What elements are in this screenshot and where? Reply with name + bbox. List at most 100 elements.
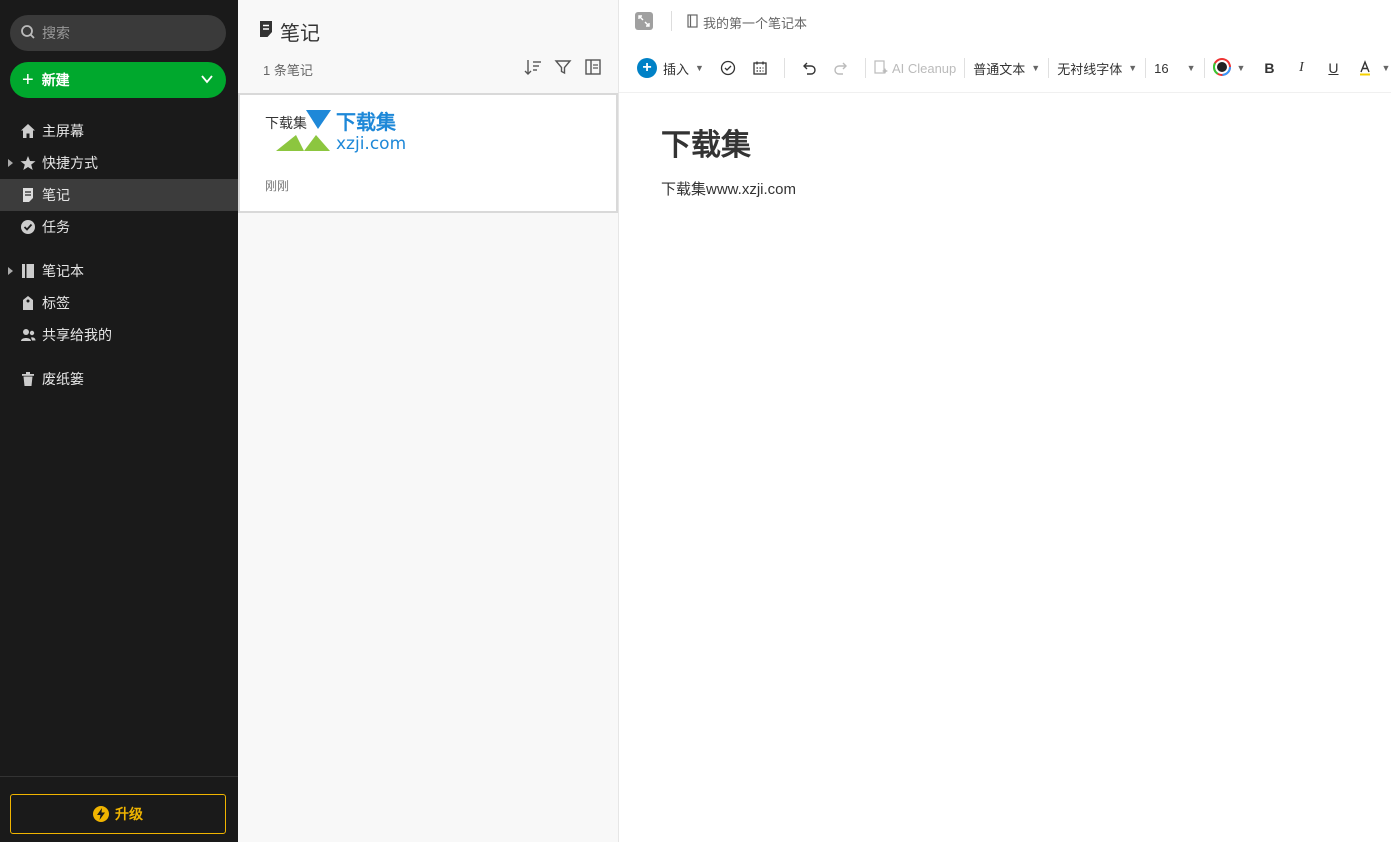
font-size-select[interactable]: 16 ▼ — [1154, 50, 1195, 86]
divider — [671, 11, 672, 31]
notebook-icon — [687, 14, 699, 31]
calendar-icon[interactable] — [750, 58, 770, 78]
upgrade-label: 升级 — [115, 806, 143, 822]
tag-icon — [20, 295, 36, 311]
font-size-value: 16 — [1154, 60, 1169, 76]
underline-icon[interactable]: U — [1323, 58, 1343, 78]
sidebar-nav: 主屏幕 快捷方式 笔记 任务 — [0, 115, 238, 243]
note-card-date: 刚刚 — [265, 179, 290, 193]
filter-icon[interactable] — [554, 58, 572, 76]
chevron-down-icon: ▼ — [1186, 63, 1196, 73]
color-wheel-icon — [1212, 57, 1231, 79]
italic-icon[interactable]: I — [1291, 58, 1311, 78]
watermark-logo: 下载集 xzji.com — [276, 107, 416, 157]
insert-label: 插入 — [663, 61, 690, 77]
toolbar-divider — [1048, 58, 1050, 78]
toolbar-divider — [864, 58, 866, 78]
plus-icon: + — [637, 58, 657, 78]
bold-icon[interactable]: B — [1259, 58, 1279, 78]
sidebar-nav-trash: 废纸篓 — [0, 363, 238, 395]
style-value: 普通文本 — [973, 61, 1026, 77]
star-icon — [20, 155, 36, 171]
expand-icon[interactable] — [635, 12, 653, 30]
text-color-picker[interactable]: ▼ — [1212, 50, 1246, 86]
upgrade-button[interactable]: 升级 — [10, 794, 226, 834]
ai-sparkle-icon — [874, 59, 888, 77]
sidebar-item-tasks[interactable]: 任务 — [0, 211, 238, 243]
ai-cleanup-button[interactable]: AI Cleanup — [874, 50, 956, 86]
paragraph-style-select[interactable]: 普通文本 ▼ — [973, 50, 1040, 86]
sidebar-footer: 升级 — [0, 776, 238, 842]
sidebar-item-notebooks[interactable]: 笔记本 — [0, 255, 238, 287]
search-icon — [20, 24, 36, 43]
sidebar-item-label: 快捷方式 — [42, 155, 98, 171]
new-button[interactable]: + 新建 — [10, 62, 226, 98]
sidebar: + 新建 主屏幕 快捷方式 笔记 任务 笔记本 — [0, 0, 238, 842]
chevron-down-icon: ▼ — [695, 63, 704, 73]
breadcrumb-notebook: 我的第一个笔记本 — [703, 16, 808, 31]
trash-icon — [20, 371, 36, 387]
notebook-icon — [20, 263, 36, 279]
toolbar-divider — [1203, 58, 1205, 78]
toolbar-divider — [783, 58, 785, 78]
home-icon — [20, 123, 36, 139]
chevron-down-icon[interactable] — [200, 72, 214, 89]
sidebar-item-label: 标签 — [42, 295, 70, 311]
layout-icon[interactable] — [584, 58, 602, 76]
check-circle-icon — [20, 219, 36, 235]
plus-icon: + — [22, 69, 34, 91]
highlighter-icon — [1355, 58, 1375, 78]
note-list-header: 笔记 — [258, 17, 320, 46]
sidebar-item-shortcuts[interactable]: 快捷方式 — [0, 147, 238, 179]
note-icon — [258, 20, 274, 44]
chevron-down-icon: ▼ — [1128, 63, 1138, 73]
sidebar-item-trash[interactable]: 废纸篓 — [0, 363, 238, 395]
sidebar-item-shared[interactable]: 共享给我的 — [0, 319, 238, 351]
insert-button[interactable]: + 插入 ▼ — [637, 50, 704, 86]
sidebar-item-label: 任务 — [42, 219, 70, 235]
editor-header: 我的第一个笔记本 — [619, 0, 1391, 42]
document-body[interactable]: 下载集www.xzji.com — [661, 178, 796, 199]
font-family-select[interactable]: 无衬线字体 ▼ — [1057, 50, 1137, 86]
sidebar-item-label: 主屏幕 — [42, 123, 84, 139]
chevron-down-icon: ▼ — [1031, 63, 1041, 73]
sidebar-item-tags[interactable]: 标签 — [0, 287, 238, 319]
chevron-down-icon: ▼ — [1381, 63, 1391, 73]
expand-caret-icon[interactable] — [8, 159, 13, 167]
lightning-icon — [93, 806, 109, 822]
note-list-tools — [524, 58, 602, 76]
sidebar-item-notes[interactable]: 笔记 — [0, 179, 238, 211]
formatting-toolbar: + 插入 ▼ AI Cleanup 普通文本 ▼ 无衬线字体 ▼ 16 ▼ ▼ … — [619, 50, 1391, 86]
note-list-panel: 笔记 1 条笔记 下载集 下载集 xzji.com 刚刚 — [238, 0, 619, 842]
note-count: 1 条笔记 — [263, 63, 313, 78]
checkbox-icon[interactable] — [718, 58, 738, 78]
toolbar-divider — [964, 58, 966, 78]
search-input[interactable] — [42, 25, 212, 41]
note-icon — [20, 187, 36, 203]
highlight-picker[interactable]: ▼ — [1349, 50, 1390, 86]
document-title[interactable]: 下载集 — [661, 120, 751, 164]
new-label: 新建 — [41, 72, 70, 88]
font-value: 无衬线字体 — [1057, 61, 1123, 77]
sidebar-nav-secondary: 笔记本 标签 共享给我的 — [0, 255, 238, 351]
undo-icon[interactable] — [799, 58, 819, 78]
chevron-down-icon: ▼ — [1236, 63, 1246, 73]
search-box[interactable] — [10, 15, 226, 51]
svg-text:xzji.com: xzji.com — [336, 134, 406, 154]
sort-icon[interactable] — [524, 58, 542, 76]
toolbar-divider — [1145, 58, 1147, 78]
sidebar-item-label: 笔记本 — [42, 263, 84, 279]
sidebar-item-label: 笔记 — [42, 187, 70, 203]
ai-cleanup-label: AI Cleanup — [891, 60, 957, 76]
sidebar-item-label: 共享给我的 — [42, 327, 112, 343]
editor-panel: 我的第一个笔记本 + 插入 ▼ AI Cleanup 普通文本 ▼ 无衬线字体 … — [619, 0, 1391, 842]
page-title: 笔记 — [280, 23, 320, 45]
breadcrumb[interactable]: 我的第一个笔记本 — [687, 13, 807, 32]
sidebar-item-home[interactable]: 主屏幕 — [0, 115, 238, 147]
toolbar-divider — [619, 92, 1391, 93]
expand-caret-icon[interactable] — [8, 267, 13, 275]
people-icon — [20, 327, 36, 343]
note-card[interactable]: 下载集 下载集 xzji.com 刚刚 — [238, 93, 618, 213]
svg-text:下载集: 下载集 — [336, 110, 397, 134]
redo-icon[interactable] — [831, 58, 851, 78]
